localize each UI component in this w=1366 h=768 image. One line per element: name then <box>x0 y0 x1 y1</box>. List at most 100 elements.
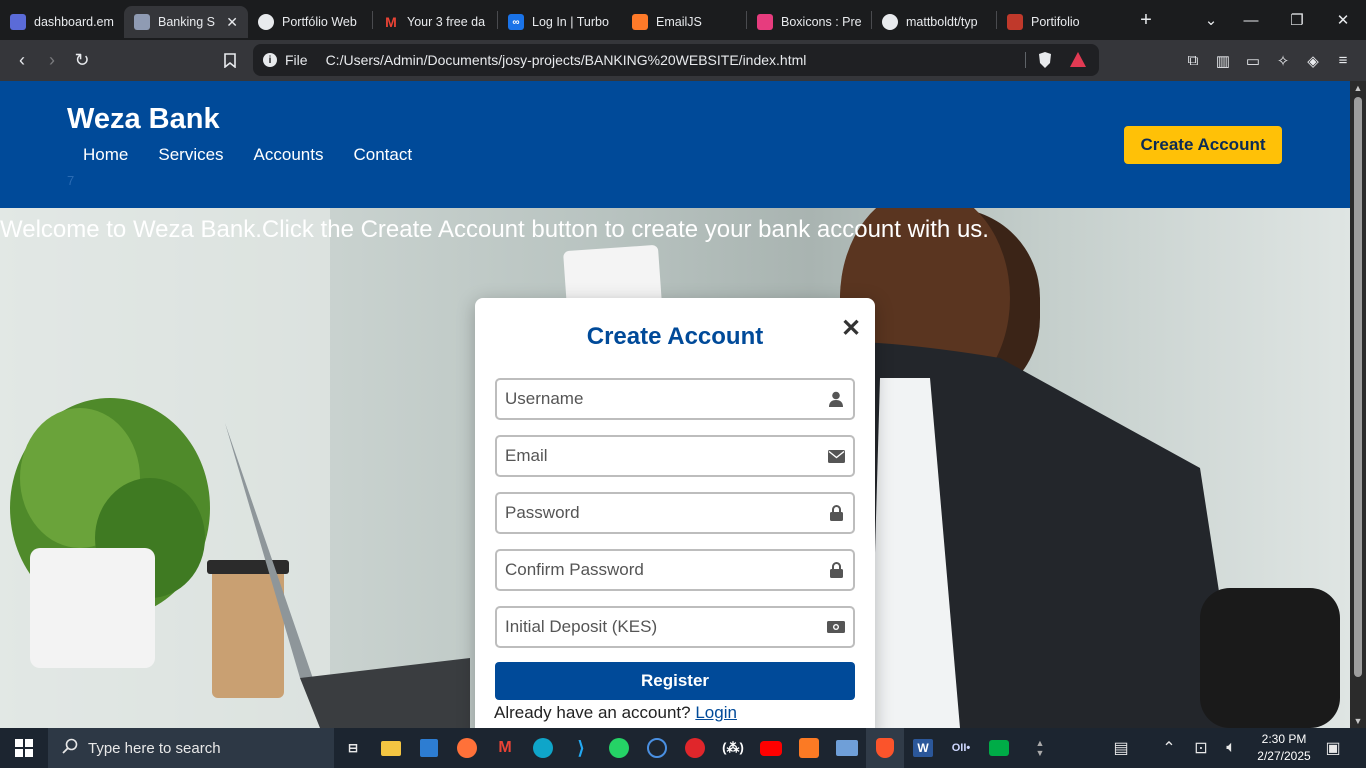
login-link[interactable]: Login <box>695 703 737 722</box>
news-widget-icon[interactable]: ▤ <box>1105 728 1137 768</box>
task-view-icon[interactable]: ⊟ <box>334 728 372 768</box>
word-icon[interactable]: W <box>904 728 942 768</box>
minimize-button[interactable]: — <box>1228 0 1274 40</box>
brave-browser-icon[interactable] <box>866 728 904 768</box>
site-favicon-icon <box>10 14 26 30</box>
microsoft-store-icon[interactable] <box>410 728 448 768</box>
volume-icon[interactable]: 🔈︎ <box>1220 728 1242 768</box>
brave-rewards-icon[interactable] <box>1069 51 1087 71</box>
tab-title: Log In | Turbo <box>532 15 609 29</box>
browser-tab[interactable]: Portifolio <box>997 6 1121 38</box>
lock-icon <box>827 504 845 522</box>
site-header: Weza Bank Home Services Accounts Contact… <box>0 81 1350 208</box>
site-favicon-icon <box>632 14 648 30</box>
password-field[interactable]: Password <box>495 492 855 534</box>
system-clock[interactable]: 2:30 PM 2/27/2025 <box>1248 731 1320 765</box>
new-tab-button[interactable]: + <box>1131 9 1161 32</box>
initial-deposit-field[interactable]: Initial Deposit (KES) <box>495 606 855 648</box>
app-window-icon[interactable] <box>828 728 866 768</box>
browser-tab[interactable]: Portfólio Web <box>248 6 372 38</box>
notifications-icon[interactable]: ▣ <box>1322 728 1344 768</box>
show-hidden-icons[interactable]: ⌃ <box>1158 728 1180 768</box>
clock-date: 2/27/2025 <box>1257 749 1311 763</box>
register-button[interactable]: Register <box>495 662 855 700</box>
browser-tab[interactable]: M Your 3 free da <box>373 6 497 38</box>
confirm-password-field[interactable]: Confirm Password <box>495 549 855 591</box>
browser-tab[interactable]: mattboldt/typ <box>872 6 996 38</box>
confirm-password-placeholder: Confirm Password <box>505 560 644 579</box>
address-url[interactable]: C:/Users/Admin/Documents/josy-projects/B… <box>326 52 807 68</box>
brave-shields-icon[interactable] <box>1037 51 1053 72</box>
close-window-button[interactable]: ✕ <box>1320 0 1366 40</box>
login-prompt-text: Already have an account? <box>494 703 691 722</box>
google-meet-icon[interactable] <box>980 728 1018 768</box>
network-icon[interactable]: ⊡ <box>1190 728 1212 768</box>
menu-icon[interactable]: ≡ <box>1329 40 1357 81</box>
browser-tab[interactable]: ∞ Log In | Turbo <box>498 6 622 38</box>
site-info-icon[interactable]: i <box>263 53 277 67</box>
create-account-button[interactable]: Create Account <box>1124 126 1282 164</box>
close-tab-icon[interactable]: ✕ <box>226 14 238 31</box>
edge-icon[interactable] <box>524 728 562 768</box>
scrollbar-thumb[interactable] <box>1354 97 1362 677</box>
close-icon[interactable]: ✕ <box>841 314 861 343</box>
github-icon <box>882 14 898 30</box>
envelope-icon <box>827 447 845 465</box>
vpn-icon[interactable]: ◈ <box>1299 40 1327 81</box>
wallet-icon[interactable]: ▭ <box>1239 40 1267 81</box>
email-field[interactable]: Email <box>495 435 855 477</box>
youtube-icon[interactable] <box>752 728 790 768</box>
scroll-down-icon[interactable]: ▼ <box>1350 714 1366 728</box>
taskbar-search[interactable]: Type here to search <box>48 728 334 768</box>
browser-app-icon[interactable] <box>638 728 676 768</box>
create-account-modal: Create Account ✕ Username Email Password… <box>475 298 875 728</box>
modal-title: Create Account <box>586 323 764 350</box>
browser-tab[interactable]: EmailJS <box>622 6 746 38</box>
nav-home[interactable]: Home <box>83 145 128 165</box>
file-explorer-icon[interactable] <box>372 728 410 768</box>
firefox-icon[interactable] <box>448 728 486 768</box>
tab-title: Portfólio Web <box>282 15 357 29</box>
sidebar-icon[interactable]: ▥ <box>1209 40 1237 81</box>
nav-contact[interactable]: Contact <box>353 145 412 165</box>
extensions-icon[interactable]: ⧉ <box>1179 40 1207 81</box>
xampp-icon[interactable] <box>790 728 828 768</box>
login-prompt: Already have an account? Login <box>494 703 737 723</box>
scroll-up-icon[interactable]: ▲ <box>1350 81 1366 95</box>
browser-toolbar: ‹ › ↻ i File C:/Users/Admin/Documents/jo… <box>0 40 1366 81</box>
nav-accounts[interactable]: Accounts <box>254 145 324 165</box>
vscode-icon[interactable]: ⟩ <box>562 728 600 768</box>
tab-title: Portifolio <box>1031 15 1080 29</box>
username-field[interactable]: Username <box>495 378 855 420</box>
app-oll-icon[interactable]: OII• <box>942 728 980 768</box>
page-scrollbar[interactable]: ▲ ▼ <box>1350 81 1366 728</box>
main-nav: Home Services Accounts Contact <box>83 145 412 165</box>
leo-ai-icon[interactable]: ✧ <box>1269 40 1297 81</box>
windows-start-icon[interactable] <box>0 728 48 768</box>
taskbar-overflow-arrows[interactable]: ▲ ▼ <box>1030 728 1050 768</box>
app-red-icon[interactable] <box>676 728 714 768</box>
bookmark-icon[interactable] <box>215 46 245 76</box>
nav-services[interactable]: Services <box>158 145 223 165</box>
reload-icon[interactable]: ↻ <box>67 46 97 76</box>
tab-title: dashboard.em <box>34 15 114 29</box>
tab-title: Boxicons : Pre <box>781 15 861 29</box>
gmail-icon[interactable]: M <box>486 728 524 768</box>
back-icon[interactable]: ‹ <box>7 46 37 76</box>
browser-tab[interactable]: Boxicons : Pre <box>747 6 871 38</box>
brand-logo[interactable]: Weza Bank <box>67 103 220 136</box>
browser-tab-strip: dashboard.em Banking S ✕ Portfólio Web M… <box>0 0 1366 40</box>
stray-text: 7 <box>67 173 75 188</box>
tab-title: mattboldt/typ <box>906 15 978 29</box>
whatsapp-icon[interactable] <box>600 728 638 768</box>
address-scheme: File <box>285 52 308 68</box>
app-fire-icon[interactable]: (⁂) <box>714 728 752 768</box>
maximize-button[interactable]: ❐ <box>1274 0 1320 40</box>
tab-title: EmailJS <box>656 15 702 29</box>
username-placeholder: Username <box>505 389 584 408</box>
address-bar[interactable]: i File C:/Users/Admin/Documents/josy-pro… <box>253 44 1099 76</box>
forward-icon[interactable]: › <box>37 46 67 76</box>
browser-tab[interactable]: dashboard.em <box>0 6 124 38</box>
browser-tab-active[interactable]: Banking S ✕ <box>124 6 248 38</box>
email-placeholder: Email <box>505 446 548 465</box>
